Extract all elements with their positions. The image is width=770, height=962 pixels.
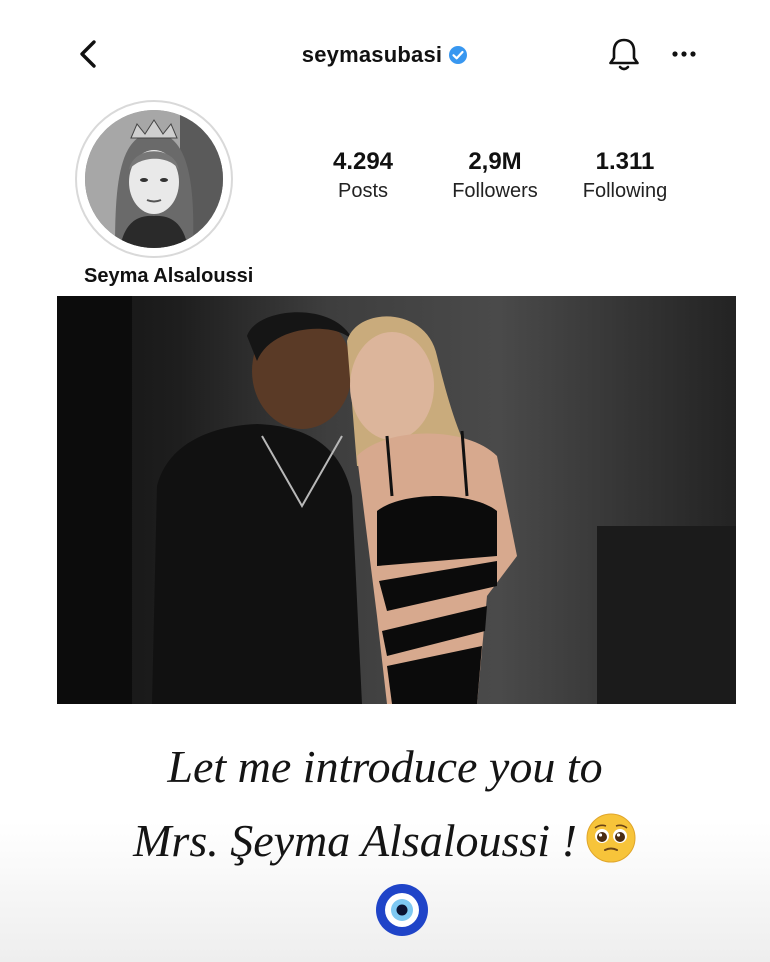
posts-label: Posts [337,180,389,202]
followers-count: 2,9M [468,148,522,175]
more-options-button[interactable] [664,34,704,74]
posts-count: 4.294 [332,148,394,175]
following-label: Following [582,180,668,202]
bell-icon [609,38,639,71]
stat-following[interactable]: 1.311 Following [572,148,678,203]
story-caption-line-2-text: Mrs. Şeyma Alsaloussi ! [133,815,577,866]
stat-followers[interactable]: 2,9M Followers [440,148,550,203]
story-caption-line-2: Mrs. Şeyma Alsaloussi ! [0,812,770,867]
couple-photo-image [57,296,736,704]
username: seymasubasi [301,42,443,67]
pleading-face-emoji-icon [586,813,636,863]
username-title: seymasubasi [0,42,770,68]
avatar-photo [85,110,223,248]
notifications-button[interactable] [604,34,644,74]
post-photo[interactable] [57,296,736,704]
verified-badge-icon [449,46,468,64]
followers-label: Followers [452,180,538,202]
profile-stats: 4.294 Posts 2,9M Followers 1.311 Followi… [300,148,700,218]
profile-avatar[interactable] [75,100,233,258]
stat-posts[interactable]: 4.294 Posts [320,148,406,203]
following-count: 1.311 [595,148,655,175]
more-icon [672,51,696,57]
nazar-evil-eye-icon [376,884,428,936]
profile-header: seymasubasi [0,30,770,80]
story-caption-line-1: Let me introduce you to [167,741,603,792]
avatar-portrait-image [85,110,223,248]
profile-display-name: Seyma Alsaloussi [84,265,254,287]
